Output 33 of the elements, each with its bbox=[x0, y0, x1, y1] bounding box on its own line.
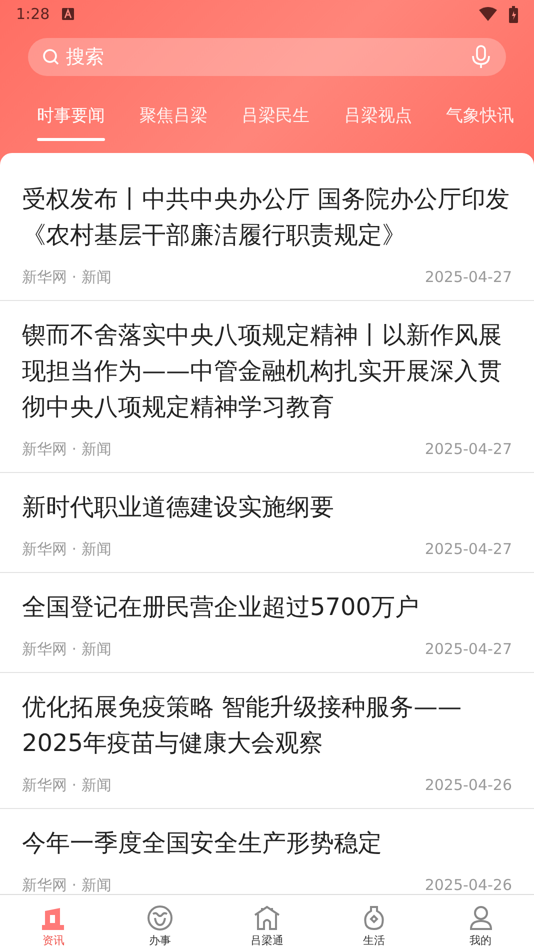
article-title[interactable]: 优化拓展免疫策略 智能升级接种服务——2025年疫苗与健康大会观察 bbox=[22, 689, 520, 761]
article-title[interactable]: 新时代职业道德建设实施纲要 bbox=[22, 489, 520, 525]
status-time: 1:28 bbox=[16, 5, 50, 23]
nav-tab[interactable]: 资讯 bbox=[0, 895, 107, 950]
article-source: 新华网 · 新闻 bbox=[22, 267, 112, 287]
article-date: 2025-04-27 bbox=[424, 439, 512, 459]
face-icon bbox=[147, 905, 174, 931]
article-title[interactable]: 锲而不舍落实中央八项规定精神丨以新作风展现担当作为——中管金融机构扎实开展深入贯彻中央八项规定精神学习教育 bbox=[22, 317, 520, 425]
article-title[interactable]: 受权发布丨中共中央办公厅 国务院办公厅印发《农村基层干部廉洁履行职责规定》 bbox=[22, 181, 520, 253]
battery-icon bbox=[509, 6, 518, 22]
wifi-icon bbox=[479, 7, 497, 21]
gate-icon bbox=[252, 905, 281, 931]
nav-tab[interactable]: 办事 bbox=[106, 895, 214, 950]
nav-tab[interactable]: 我的 bbox=[427, 895, 534, 950]
article-date: 2025-04-26 bbox=[424, 875, 512, 895]
article-date: 2025-04-27 bbox=[424, 539, 512, 559]
article-source: 新华网 · 新闻 bbox=[22, 875, 112, 895]
article-date: 2025-04-26 bbox=[424, 775, 512, 795]
news-icon bbox=[41, 905, 66, 931]
article-source: 新华网 · 新闻 bbox=[22, 439, 112, 459]
notification-icon bbox=[62, 8, 74, 20]
article-date: 2025-04-27 bbox=[424, 267, 512, 287]
article-title[interactable]: 全国登记在册民营企业超过5700万户 bbox=[22, 589, 520, 625]
nav-tab[interactable]: 生活 bbox=[320, 895, 428, 950]
person-icon bbox=[468, 905, 493, 931]
article-title[interactable]: 今年一季度全国安全生产形势稳定 bbox=[22, 825, 520, 861]
article-date: 2025-04-27 bbox=[424, 639, 512, 659]
article-source: 新华网 · 新闻 bbox=[22, 775, 112, 795]
nav-tab[interactable]: 吕梁通 bbox=[214, 895, 320, 950]
article-source: 新华网 · 新闻 bbox=[22, 539, 112, 559]
microphone-icon[interactable] bbox=[472, 45, 490, 69]
search-icon bbox=[42, 48, 60, 66]
article-source: 新华网 · 新闻 bbox=[22, 639, 112, 659]
